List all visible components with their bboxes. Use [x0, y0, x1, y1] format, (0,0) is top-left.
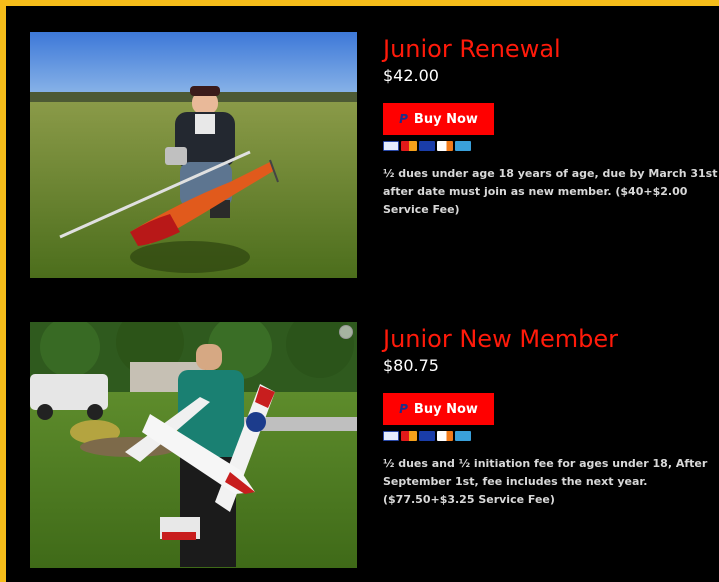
product-description: ½ dues under age 18 years of age, due by…	[383, 167, 718, 216]
airplane-photo-icon	[30, 322, 357, 568]
buy-now-label: Buy Now	[413, 111, 478, 127]
product-photo-helicopter[interactable]	[30, 32, 357, 278]
paypal-icon: P	[399, 112, 408, 126]
amex-icon	[455, 431, 471, 441]
mastercard-icon	[401, 431, 417, 441]
product-photo-airplane[interactable]	[30, 322, 357, 568]
buy-now-button[interactable]: P Buy Now	[383, 103, 494, 135]
buy-now-label: Buy Now	[413, 401, 478, 417]
paypal-icon	[383, 431, 399, 441]
discover-icon	[437, 431, 453, 441]
discover-icon	[437, 141, 453, 151]
product-junior-renewal: Junior Renewal $42.00 P Buy Now ½ dues u…	[30, 32, 719, 278]
product-description: ½ dues and ½ initiation fee for ages und…	[383, 457, 708, 506]
paypal-icon	[383, 141, 399, 151]
page-frame: Junior Renewal $42.00 P Buy Now ½ dues u…	[6, 6, 719, 582]
product-info: Junior Renewal $42.00 P Buy Now ½ dues u…	[383, 32, 719, 219]
helicopter-photo-icon	[30, 32, 357, 278]
zoom-icon[interactable]	[339, 325, 353, 339]
visa-icon	[419, 431, 435, 441]
payment-cards	[383, 431, 719, 441]
visa-icon	[419, 141, 435, 151]
product-price: $80.75	[383, 356, 439, 375]
buy-now-button[interactable]: P Buy Now	[383, 393, 494, 425]
mastercard-icon	[401, 141, 417, 151]
product-title: Junior New Member	[383, 325, 619, 353]
product-price: $42.00	[383, 66, 439, 85]
product-info: Junior New Member $80.75 P Buy Now ½ due…	[383, 322, 719, 509]
product-title: Junior Renewal	[383, 35, 561, 63]
amex-icon	[455, 141, 471, 151]
paypal-icon: P	[399, 402, 408, 416]
payment-cards	[383, 141, 719, 151]
product-junior-new-member: Junior New Member $80.75 P Buy Now ½ due…	[30, 322, 719, 568]
